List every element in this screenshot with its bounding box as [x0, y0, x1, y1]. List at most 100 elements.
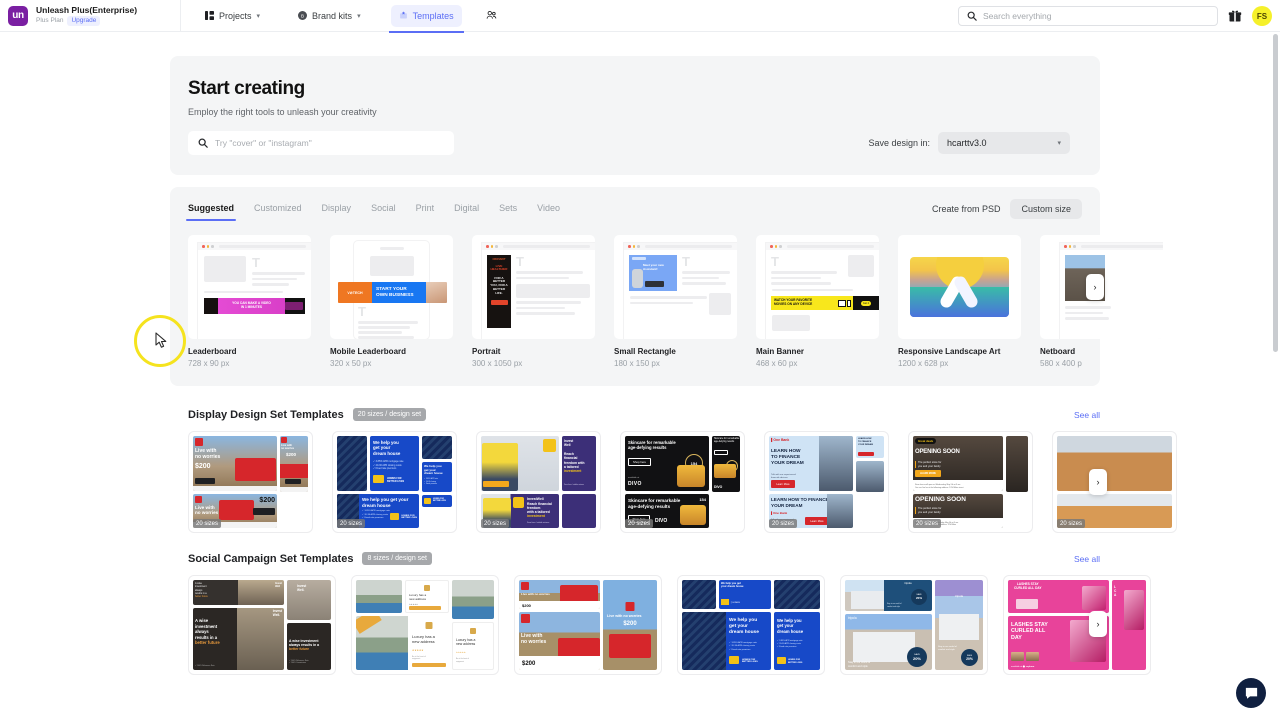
template-name: Mobile Leaderboard: [330, 347, 407, 356]
template-card-mobile-leaderboard[interactable]: V⊘TECH START YOUR OWN BUSINESS T Mobile …: [330, 235, 453, 368]
design-set-card[interactable]: 20 sizes: [1052, 431, 1177, 533]
save-destination-select[interactable]: hcarttv3.0 ▾: [938, 132, 1070, 154]
template-dimensions: 320 x 50 px: [330, 359, 372, 368]
social-set-card[interactable]: LASHES STAY CURLED ALL DAY LASHES STAY CUR…: [1003, 575, 1151, 675]
social-set-card[interactable]: A wise investment always results in a better…: [188, 575, 336, 675]
nav-item-people[interactable]: [476, 0, 507, 32]
template-name: Small Rectangle: [614, 347, 676, 356]
template-thumbnail: T YOU CAN MAKE A VIDEO IN 1 MINUTES: [188, 235, 311, 339]
template-search[interactable]: [188, 131, 454, 155]
suggested-next-arrow[interactable]: ›: [1086, 274, 1104, 300]
see-all-link[interactable]: See all: [1074, 410, 1100, 420]
tab-digital[interactable]: Digital: [454, 203, 479, 221]
start-creating-panel: Start creating Employ the right tools to…: [170, 56, 1100, 175]
save-design-group: Save design in: hcarttv3.0 ▾: [868, 132, 1070, 154]
svg-text:B: B: [301, 13, 304, 18]
template-card-small-rectangle[interactable]: Meet your new Assistant! T Small Rectang…: [614, 235, 737, 368]
design-set-card[interactable]: Live with no worries $200 Live with no wor…: [188, 431, 313, 533]
design-set-card[interactable]: ▌One Bank LEARN HOW TO FINANCE YOUR DREAM …: [764, 431, 889, 533]
user-avatar[interactable]: FS: [1252, 6, 1272, 26]
social-set-card[interactable]: We help you get your dream house ▏HOMES W…: [677, 575, 825, 675]
page-body: Start creating Employ the right tools to…: [0, 32, 1280, 720]
app-logo: un: [8, 5, 28, 26]
chevron-right-icon: ›: [1096, 619, 1100, 629]
nav-item-projects[interactable]: Projects ▾: [195, 0, 270, 32]
social-set-card[interactable]: Luxury has a new address ★★★★★ Luxury ha…: [351, 575, 499, 675]
design-set-card[interactable]: Great deals OPENING SOON The perfect sto…: [908, 431, 1033, 533]
chevron-down-icon: ▾: [1057, 140, 1061, 147]
template-thumbnail: T WATCH YOUR FAVORITE MOVIES ON ANY DEVIC…: [756, 235, 879, 339]
nav-item-projects-label: Projects: [219, 10, 252, 21]
save-design-label: Save design in:: [868, 138, 930, 148]
chevron-right-icon: ›: [1093, 282, 1097, 292]
template-dimensions: 728 x 90 px: [188, 359, 230, 368]
plan-label: Plus Plan: [36, 17, 64, 24]
nav-item-brand-kits[interactable]: B Brand kits ▾: [288, 0, 371, 32]
section-title: Display Design Set Templates: [188, 408, 344, 421]
template-card-main-banner[interactable]: T WATCH YOUR FAVORITE MOVIES ON ANY DEVIC…: [756, 235, 879, 368]
design-set-card[interactable]: We help you get your dream house ✓ 3.85% A…: [332, 431, 457, 533]
template-card-portrait[interactable]: CROSSFIT LIVE HEALTHIER FOR A BETTER YOU, F…: [472, 235, 595, 368]
tab-social[interactable]: Social: [371, 203, 396, 221]
search-input[interactable]: [983, 11, 1209, 21]
chat-bubble-icon: [1245, 687, 1257, 699]
template-thumbnail: [898, 235, 1021, 339]
section-header: Display Design Set Templates 20 sizes / …: [188, 408, 1100, 421]
tab-video[interactable]: Video: [537, 203, 560, 221]
scrollbar-thumb[interactable]: [1273, 34, 1278, 352]
social-set-card[interactable]: tripola SAVE 20% Stay in our world of comf…: [840, 575, 988, 675]
template-card-leaderboard[interactable]: T YOU CAN MAKE A VIDEO IN 1 MINUTES Lead…: [188, 235, 311, 368]
people-icon: [486, 10, 497, 21]
size-badge: 20 sizes: [337, 519, 366, 528]
global-search[interactable]: [958, 6, 1218, 26]
section-badge: 8 sizes / design set: [362, 552, 432, 565]
template-search-input[interactable]: [215, 138, 444, 148]
templates-panel: Suggested Customized Display Social Prin…: [170, 187, 1163, 386]
tab-print[interactable]: Print: [416, 203, 435, 221]
display-next-arrow[interactable]: ›: [1089, 469, 1107, 495]
create-from-psd-button[interactable]: Create from PSD: [932, 204, 1001, 214]
section-header: Social Campaign Set Templates 8 sizes / …: [188, 552, 1100, 565]
custom-size-button[interactable]: Custom size: [1010, 199, 1082, 219]
nav-item-templates-label: Templates: [412, 10, 454, 21]
gift-icon[interactable]: [1228, 9, 1242, 23]
tab-display[interactable]: Display: [322, 203, 352, 221]
template-tabs: Suggested Customized Display Social Prin…: [185, 203, 560, 221]
page-subtitle: Employ the right tools to unleash your c…: [188, 107, 377, 117]
social-set-card[interactable]: Live with no worries $200 Live with no wo…: [514, 575, 662, 675]
display-design-set-section: Display Design Set Templates 20 sizes / …: [188, 408, 1177, 533]
template-card-responsive-art[interactable]: Responsive Landscape Art 1200 x 628 px: [898, 235, 1021, 368]
social-next-arrow[interactable]: ›: [1089, 611, 1107, 637]
workspace-name: Unleash Plus(Enterprise): [36, 5, 138, 15]
tab-sets[interactable]: Sets: [499, 203, 517, 221]
section-badge: 20 sizes / design set: [352, 408, 427, 421]
section-header-left: Social Campaign Set Templates 8 sizes / …: [188, 552, 432, 565]
template-card-netboard[interactable]: Netboard 580 x 400 p: [1040, 235, 1163, 368]
see-all-link[interactable]: See all: [1074, 554, 1100, 564]
nav-item-templates[interactable]: Templates: [388, 0, 464, 33]
mouse-cursor-icon: [155, 332, 167, 348]
suggested-templates-strip: T YOU CAN MAKE A VIDEO IN 1 MINUTES Lead…: [188, 235, 1163, 368]
scrollbar-track[interactable]: [1273, 32, 1279, 720]
template-tabs-row: Suggested Customized Display Social Prin…: [185, 187, 1082, 225]
brand-block[interactable]: un Unleash Plus(Enterprise) Plus Plan Up…: [0, 0, 180, 32]
tab-customized[interactable]: Customized: [254, 203, 302, 221]
design-set-card[interactable]: Skincare for remarkable age-defying resul…: [620, 431, 745, 533]
template-name: Portrait: [472, 347, 501, 356]
chevron-right-icon: ›: [1096, 477, 1100, 487]
template-thumbnail: V⊘TECH START YOUR OWN BUSINESS T: [330, 235, 453, 339]
design-set-card[interactable]: InvestWell Reach financial freedom with a …: [476, 431, 601, 533]
nav-items: Projects ▾ B Brand kits ▾ Templates: [195, 0, 507, 33]
size-badge: 20 sizes: [1057, 519, 1086, 528]
template-name: Main Banner: [756, 347, 805, 356]
hero-controls-row: Save design in: hcarttv3.0 ▾: [188, 131, 1082, 155]
brand-subline: Plus Plan Upgrade: [36, 16, 137, 26]
size-badge: 20 sizes: [193, 519, 222, 528]
tab-suggested[interactable]: Suggested: [185, 203, 237, 221]
template-dimensions: 468 x 60 px: [756, 359, 798, 368]
section-header-left: Display Design Set Templates 20 sizes / …: [188, 408, 427, 421]
chat-bubble-button[interactable]: [1236, 678, 1266, 708]
template-dimensions: 1200 x 628 px: [898, 359, 949, 368]
size-badge: 20 sizes: [625, 519, 654, 528]
upgrade-button[interactable]: Upgrade: [67, 16, 101, 26]
